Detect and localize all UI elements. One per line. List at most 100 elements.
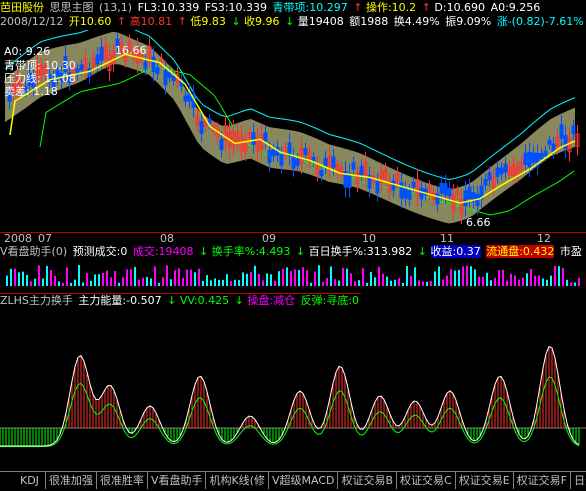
tab-qzjy-f[interactable]: 权证交易F [514,472,571,489]
volume-bar [462,266,464,286]
volume-bar [154,266,156,286]
volume-bar [122,277,124,286]
volume-bar [554,266,556,286]
candle-body [495,167,500,177]
tab-vmacd[interactable]: V超级MACD [269,472,339,489]
month-label: 12 [537,232,551,245]
tab-hzsl[interactable]: 很准胜率 [97,472,148,489]
volume-bar [266,273,268,286]
candle-body [419,187,424,200]
volume-bar [402,282,404,286]
tab-qzjy-b[interactable]: 权证交易B [338,472,398,489]
arrow-down-icon: ↓ [417,245,427,258]
volume-bar [202,280,204,286]
volume-bar [442,279,444,286]
volume-bar [370,271,372,286]
quote-date: 2008/12/12 [0,15,64,28]
volume-bar [314,271,316,286]
trend-band [5,31,575,224]
zl-cp: 操盘:减仓 [247,294,296,307]
volume-bar [498,270,500,286]
stock-name[interactable]: 芭田股份 [0,1,44,14]
volume-bar [398,278,400,286]
volume-bar [414,267,416,286]
candle-body [359,165,364,176]
price-chart[interactable] [0,30,586,230]
volume-bar [338,280,340,286]
arrow-down-icon: ↓ [231,15,241,28]
volume-bar [302,267,304,286]
candle-body [375,181,380,194]
volume-bar [434,271,436,286]
volume-bar [510,273,512,286]
tab-kdj[interactable]: KDJ [0,472,46,489]
volume-bar [474,269,476,286]
vol-title[interactable]: V看盘助手(0) [0,245,67,258]
tab-qzjy-e[interactable]: 权证交易E [456,472,514,489]
candle-body [171,75,176,82]
candle-body [251,132,256,145]
volume-bar [258,273,260,286]
indicator-params: (13,1) [99,1,133,14]
tab-jgkx[interactable]: 机构K线(修 [206,472,269,489]
arrow-down-icon: ↓ [199,245,209,258]
volume-bar [454,270,456,286]
tab-rfg[interactable]: 日分隔 [571,472,586,489]
zl-panel-header: ZLHS主力换手 主力能量:-0.507 ↓ VV:0.425 ↓ 操盘:减仓 … [0,293,362,308]
volume-bar [486,272,488,286]
volume-bar [518,279,520,286]
tab-vkp[interactable]: V看盘助手 [148,472,207,489]
volume-bar [494,277,496,286]
volume-bar [478,276,480,286]
volume-bar [142,277,144,286]
volume-bar [306,270,308,286]
volume-chart[interactable] [0,258,586,288]
quote-turnover: 换4.49% [393,15,440,28]
volume-bar [318,265,320,286]
volume-bar [174,270,176,286]
low-marker: 6.66 [466,216,491,229]
volume-bar [10,268,12,286]
zl-title[interactable]: ZLHS主力换手 [0,294,73,307]
candle-body [559,124,564,139]
volume-bar [206,275,208,286]
candle-body [551,143,556,153]
candle-body [279,154,284,166]
volume-bar [90,280,92,286]
volume-bar [386,276,388,286]
candle-body [331,156,336,168]
tab-qzjy-c[interactable]: 权证交易C [397,472,456,489]
month-label: 10 [362,232,376,245]
volume-bar [274,280,276,286]
candle-body [319,170,324,177]
volume-bar [342,267,344,286]
volume-bar [418,280,420,286]
volume-bar [350,273,352,286]
volume-bar [178,268,180,286]
volume-bar [390,280,392,286]
zl-fb: 反弹:寻底:0 [300,294,360,307]
volume-bar [34,278,36,286]
volume-bar [358,280,360,286]
volume-bar [346,268,348,286]
candle-body [347,173,352,189]
volume-bar [298,270,300,286]
volume-bar [326,277,328,286]
indicator-name[interactable]: 思思主图 [50,1,94,14]
volume-bar [262,280,264,286]
zl-energy-chart[interactable] [0,308,586,470]
fl3-value: FL3:10.339 [137,1,200,14]
candle-body [263,132,268,142]
high-marker: 16.66 [115,44,147,57]
candle-body [531,152,536,163]
volume-bar [226,274,228,286]
quote-row: 2008/12/12 开10.60 ↑ 高10.81 ↑ 低9.83 ↓ 收9.… [0,15,586,29]
zl-energy: 主力能量:-0.507 [78,294,162,307]
candle-body [267,150,272,164]
volume-bar [406,265,408,286]
volume-bar [250,272,252,286]
volume-bar [74,279,76,286]
tab-hzjq[interactable]: 很准加强 [46,472,97,489]
quote-low: 低9.83 [190,15,226,28]
volume-bar [194,272,196,286]
